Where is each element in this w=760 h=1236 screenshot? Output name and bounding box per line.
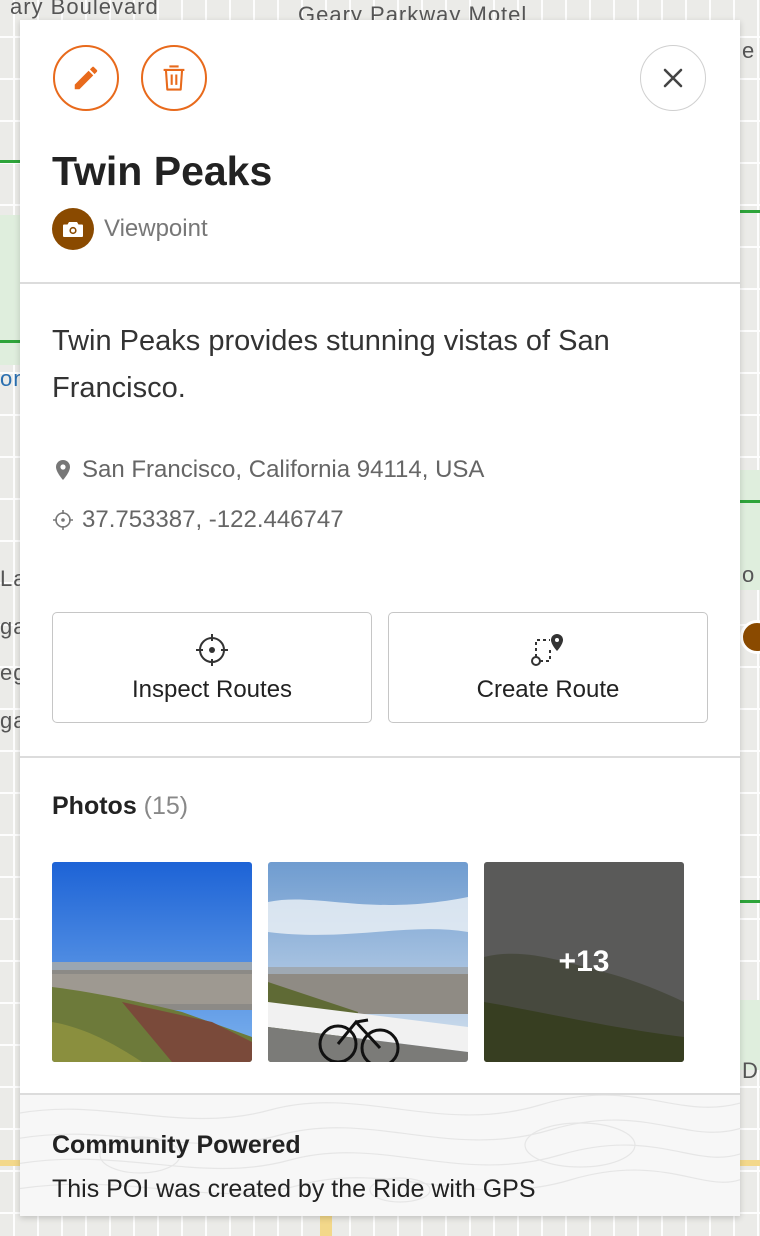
route-pin-icon — [531, 633, 563, 666]
map-road — [320, 1216, 332, 1236]
poi-title: Twin Peaks — [52, 148, 273, 194]
photo-image — [268, 862, 468, 1062]
map-road — [0, 340, 20, 343]
close-button[interactable] — [640, 45, 706, 111]
inspect-routes-button[interactable]: Inspect Routes — [52, 612, 372, 723]
create-route-button[interactable]: Create Route — [388, 612, 708, 723]
map-label: D — [742, 1058, 759, 1083]
location-pin-icon — [56, 460, 70, 480]
more-photos-count: +13 — [558, 945, 610, 978]
poi-type-label: Viewpoint — [104, 215, 208, 242]
pencil-icon — [74, 66, 98, 90]
photo-thumbnail[interactable] — [268, 862, 468, 1062]
map-road — [740, 210, 760, 213]
divider — [20, 756, 740, 758]
photos-label: Photos — [52, 792, 137, 820]
poi-coordinates-text: 37.753387, -122.446747 — [82, 506, 344, 533]
photos-count: (15) — [143, 792, 189, 820]
poi-coordinates: 37.753387, -122.446747 — [52, 506, 344, 534]
create-route-label: Create Route — [476, 675, 620, 703]
camera-icon — [52, 208, 94, 250]
map-road — [740, 900, 760, 903]
map-label: o — [742, 562, 756, 587]
community-section: Community Powered This POI was created b… — [20, 1095, 740, 1216]
poi-description: Twin Peaks provides stunning vistas of S… — [52, 325, 610, 404]
map-label: e — [742, 38, 756, 63]
poi-detail-panel: Twin Peaks Viewpoint Twin Peaks provides… — [20, 20, 740, 1216]
map-label: ary Boulevard — [10, 0, 159, 19]
divider — [20, 282, 740, 284]
map-road — [740, 500, 760, 503]
photo-image — [52, 862, 252, 1062]
community-title: Community Powered — [52, 1131, 301, 1159]
photo-thumbnail[interactable] — [52, 862, 252, 1062]
edit-button[interactable] — [53, 45, 119, 111]
photos-heading: Photos (15) — [52, 792, 188, 821]
photo-more-thumbnail[interactable]: +13 — [484, 862, 684, 1062]
poi-type: Viewpoint — [52, 208, 208, 250]
trash-icon — [163, 65, 185, 91]
map-road — [0, 160, 20, 163]
community-text: This POI was created by the Ride with GP… — [52, 1175, 536, 1203]
crosshair-icon — [53, 510, 73, 530]
poi-address-text: San Francisco, California 94114, USA — [82, 456, 485, 483]
poi-address: San Francisco, California 94114, USA — [52, 456, 484, 484]
close-icon — [663, 68, 683, 88]
crosshair-icon — [196, 633, 228, 666]
inspect-routes-label: Inspect Routes — [131, 675, 293, 703]
delete-button[interactable] — [141, 45, 207, 111]
